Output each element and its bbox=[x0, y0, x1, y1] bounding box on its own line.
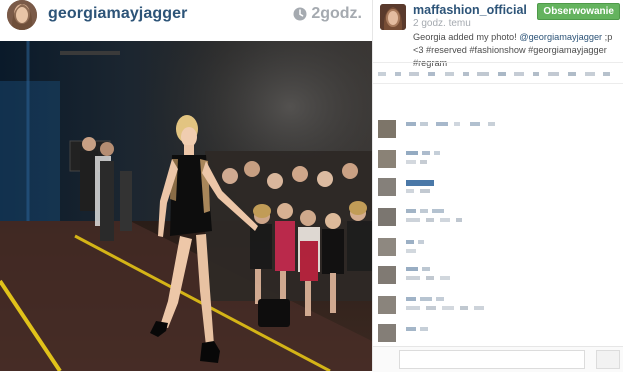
comment-item-pixelated bbox=[376, 294, 622, 316]
comment-avatar bbox=[378, 120, 396, 138]
caption-text-start: Georgia added my photo! bbox=[413, 32, 520, 42]
comment-avatar bbox=[378, 208, 396, 226]
user-avatar[interactable] bbox=[7, 0, 37, 30]
likes-bar-pixelated bbox=[373, 62, 623, 84]
comment-input[interactable] bbox=[399, 350, 585, 369]
follow-button[interactable]: Obserwowanie bbox=[537, 3, 620, 20]
caption-mention[interactable]: @georgiamayjagger bbox=[519, 32, 602, 42]
post-time-label: 2godz. bbox=[311, 5, 362, 22]
comment-item-pixelated bbox=[376, 176, 622, 198]
post-photo[interactable] bbox=[0, 41, 372, 371]
comments-panel: maffashion_official 2 godz. temu Obserwo… bbox=[372, 0, 623, 372]
comment-avatar bbox=[378, 238, 396, 256]
comment-avatar bbox=[378, 266, 396, 284]
author-username[interactable]: maffashion_official bbox=[413, 3, 527, 17]
post-username[interactable]: georgiamayjagger bbox=[48, 5, 187, 23]
comment-item-pixelated bbox=[376, 322, 622, 344]
comment-avatar bbox=[378, 150, 396, 168]
comment-item-pixelated bbox=[376, 264, 622, 286]
comment-avatar bbox=[378, 178, 396, 196]
comment-item-pixelated bbox=[376, 206, 622, 228]
comment-box bbox=[373, 346, 623, 372]
post-time: 2godz. bbox=[293, 5, 362, 23]
comment-submit-button[interactable] bbox=[596, 350, 620, 369]
comment-item-pixelated bbox=[376, 118, 622, 140]
author-post-time: 2 godz. temu bbox=[413, 18, 471, 29]
post-header: georgiamayjagger 2godz. bbox=[0, 0, 372, 41]
comment-item-pixelated bbox=[376, 236, 622, 258]
comment-avatar bbox=[378, 324, 396, 342]
clock-icon bbox=[293, 7, 307, 21]
comment-avatar bbox=[378, 296, 396, 314]
comment-item-pixelated bbox=[376, 148, 622, 170]
author-avatar[interactable] bbox=[380, 4, 406, 30]
